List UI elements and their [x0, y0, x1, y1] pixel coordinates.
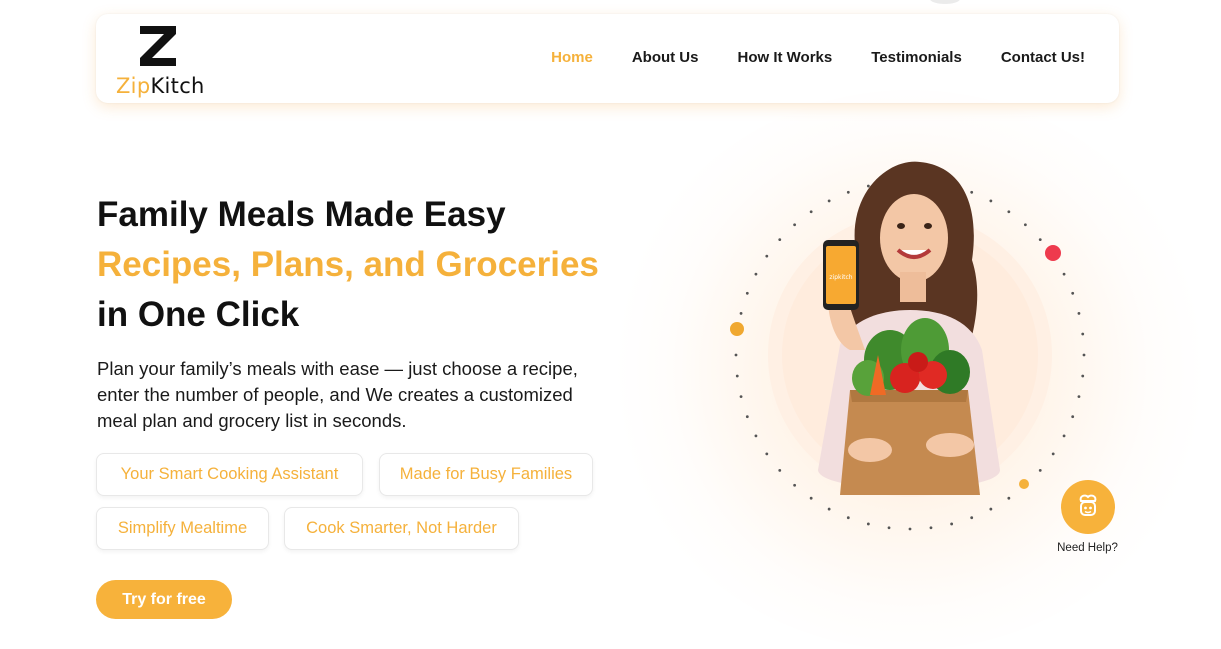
- ring-dot: [846, 516, 850, 520]
- need-help-label: Need Help?: [1057, 542, 1118, 554]
- feature-chip-busy-families[interactable]: Made for Busy Families: [379, 453, 593, 496]
- nav-link-about-us[interactable]: About Us: [632, 49, 699, 66]
- chef-robot-icon: [1079, 494, 1096, 516]
- ring-dot: [754, 272, 758, 276]
- ring-dot: [754, 434, 758, 438]
- ring-dot: [887, 526, 891, 530]
- ring-dot: [745, 415, 749, 419]
- ring-dot: [970, 516, 974, 520]
- ring-dot: [1023, 223, 1027, 227]
- ring-dot: [739, 311, 743, 315]
- decorative-top-dot: [930, 0, 960, 4]
- hero-title-line-2: Recipes, Plans, and Groceries: [97, 245, 599, 284]
- ring-dot: [970, 190, 974, 194]
- ring-dot: [778, 238, 782, 242]
- ring-dot: [739, 395, 743, 399]
- ring-dot: [809, 210, 813, 214]
- ring-dot: [908, 527, 912, 531]
- need-help-button[interactable]: [1060, 480, 1115, 534]
- hero-description: Plan your family’s meals with ease — jus…: [97, 358, 578, 431]
- ring-dot: [745, 291, 749, 295]
- hero-title-line-3: in One Click: [97, 295, 300, 334]
- ring-dot: [1071, 291, 1075, 295]
- ring-dot: [1081, 332, 1085, 336]
- ring-dot: [735, 374, 739, 378]
- logo-wordmark: ZipKitch: [116, 74, 205, 98]
- ring-dot: [793, 223, 797, 227]
- feature-chip-smart-assistant[interactable]: Your Smart Cooking Assistant: [96, 453, 363, 496]
- ring-dot: [1062, 272, 1066, 276]
- ring-dot: [1038, 468, 1042, 472]
- ring-dot: [1007, 496, 1011, 500]
- ring-dot: [1077, 395, 1081, 399]
- nav-link-how-it-works[interactable]: How It Works: [738, 49, 833, 66]
- ring-dot: [827, 199, 831, 203]
- try-for-free-button[interactable]: Try for free: [96, 580, 232, 619]
- ring-dot: [778, 468, 782, 472]
- ring-dot: [809, 496, 813, 500]
- logo-kitch-text: Kitch: [150, 74, 205, 98]
- ring-dot: [846, 190, 850, 194]
- ring-dot: [1051, 452, 1055, 456]
- accent-dot-left: [730, 322, 744, 336]
- ring-dot: [929, 526, 933, 530]
- woman-holding-phone-and-grocery-bag: zipkitch: [818, 161, 1000, 495]
- ring-dot: [989, 507, 993, 511]
- logo-zip-text: Zip: [116, 74, 151, 98]
- zipkitch-logo[interactable]: ZipKitch: [116, 22, 206, 100]
- accent-dot-red: [1045, 245, 1061, 261]
- nav-link-home[interactable]: Home: [551, 49, 593, 66]
- ring-dot: [827, 507, 831, 511]
- accent-dot-small: [1019, 479, 1029, 489]
- ring-dot: [793, 483, 797, 487]
- nav-link-contact-us[interactable]: Contact Us!: [1001, 49, 1085, 66]
- ring-dot: [765, 452, 769, 456]
- ring-dot: [1077, 311, 1081, 315]
- ring-dot: [1081, 374, 1085, 378]
- top-navbar: ZipKitch Home About Us How It Works Test…: [96, 14, 1119, 103]
- ring-dot: [765, 254, 769, 258]
- nav-links: Home About Us How It Works Testimonials …: [551, 49, 1085, 66]
- ring-dot: [1071, 415, 1075, 419]
- ring-dot: [1007, 210, 1011, 214]
- need-help-widget: Need Help?: [1050, 480, 1125, 560]
- hero-title: Family Meals Made Easy Recipes, Plans, a…: [97, 190, 599, 340]
- ring-dot: [734, 353, 738, 357]
- ring-dot: [1062, 434, 1066, 438]
- ring-dot: [1082, 353, 1086, 357]
- nav-link-testimonials[interactable]: Testimonials: [871, 49, 962, 66]
- feature-chip-simplify-mealtime[interactable]: Simplify Mealtime: [96, 507, 269, 550]
- ring-dot: [866, 522, 870, 526]
- phone-app-label: zipkitch: [829, 274, 852, 281]
- logo-z-mark-icon: [140, 26, 176, 66]
- hero-title-line-1: Family Meals Made Easy: [97, 195, 506, 234]
- ring-dot: [866, 184, 870, 188]
- ring-dot: [989, 199, 993, 203]
- feature-chip-cook-smarter[interactable]: Cook Smarter, Not Harder: [284, 507, 519, 550]
- ring-dot: [1038, 238, 1042, 242]
- ring-dot: [950, 522, 954, 526]
